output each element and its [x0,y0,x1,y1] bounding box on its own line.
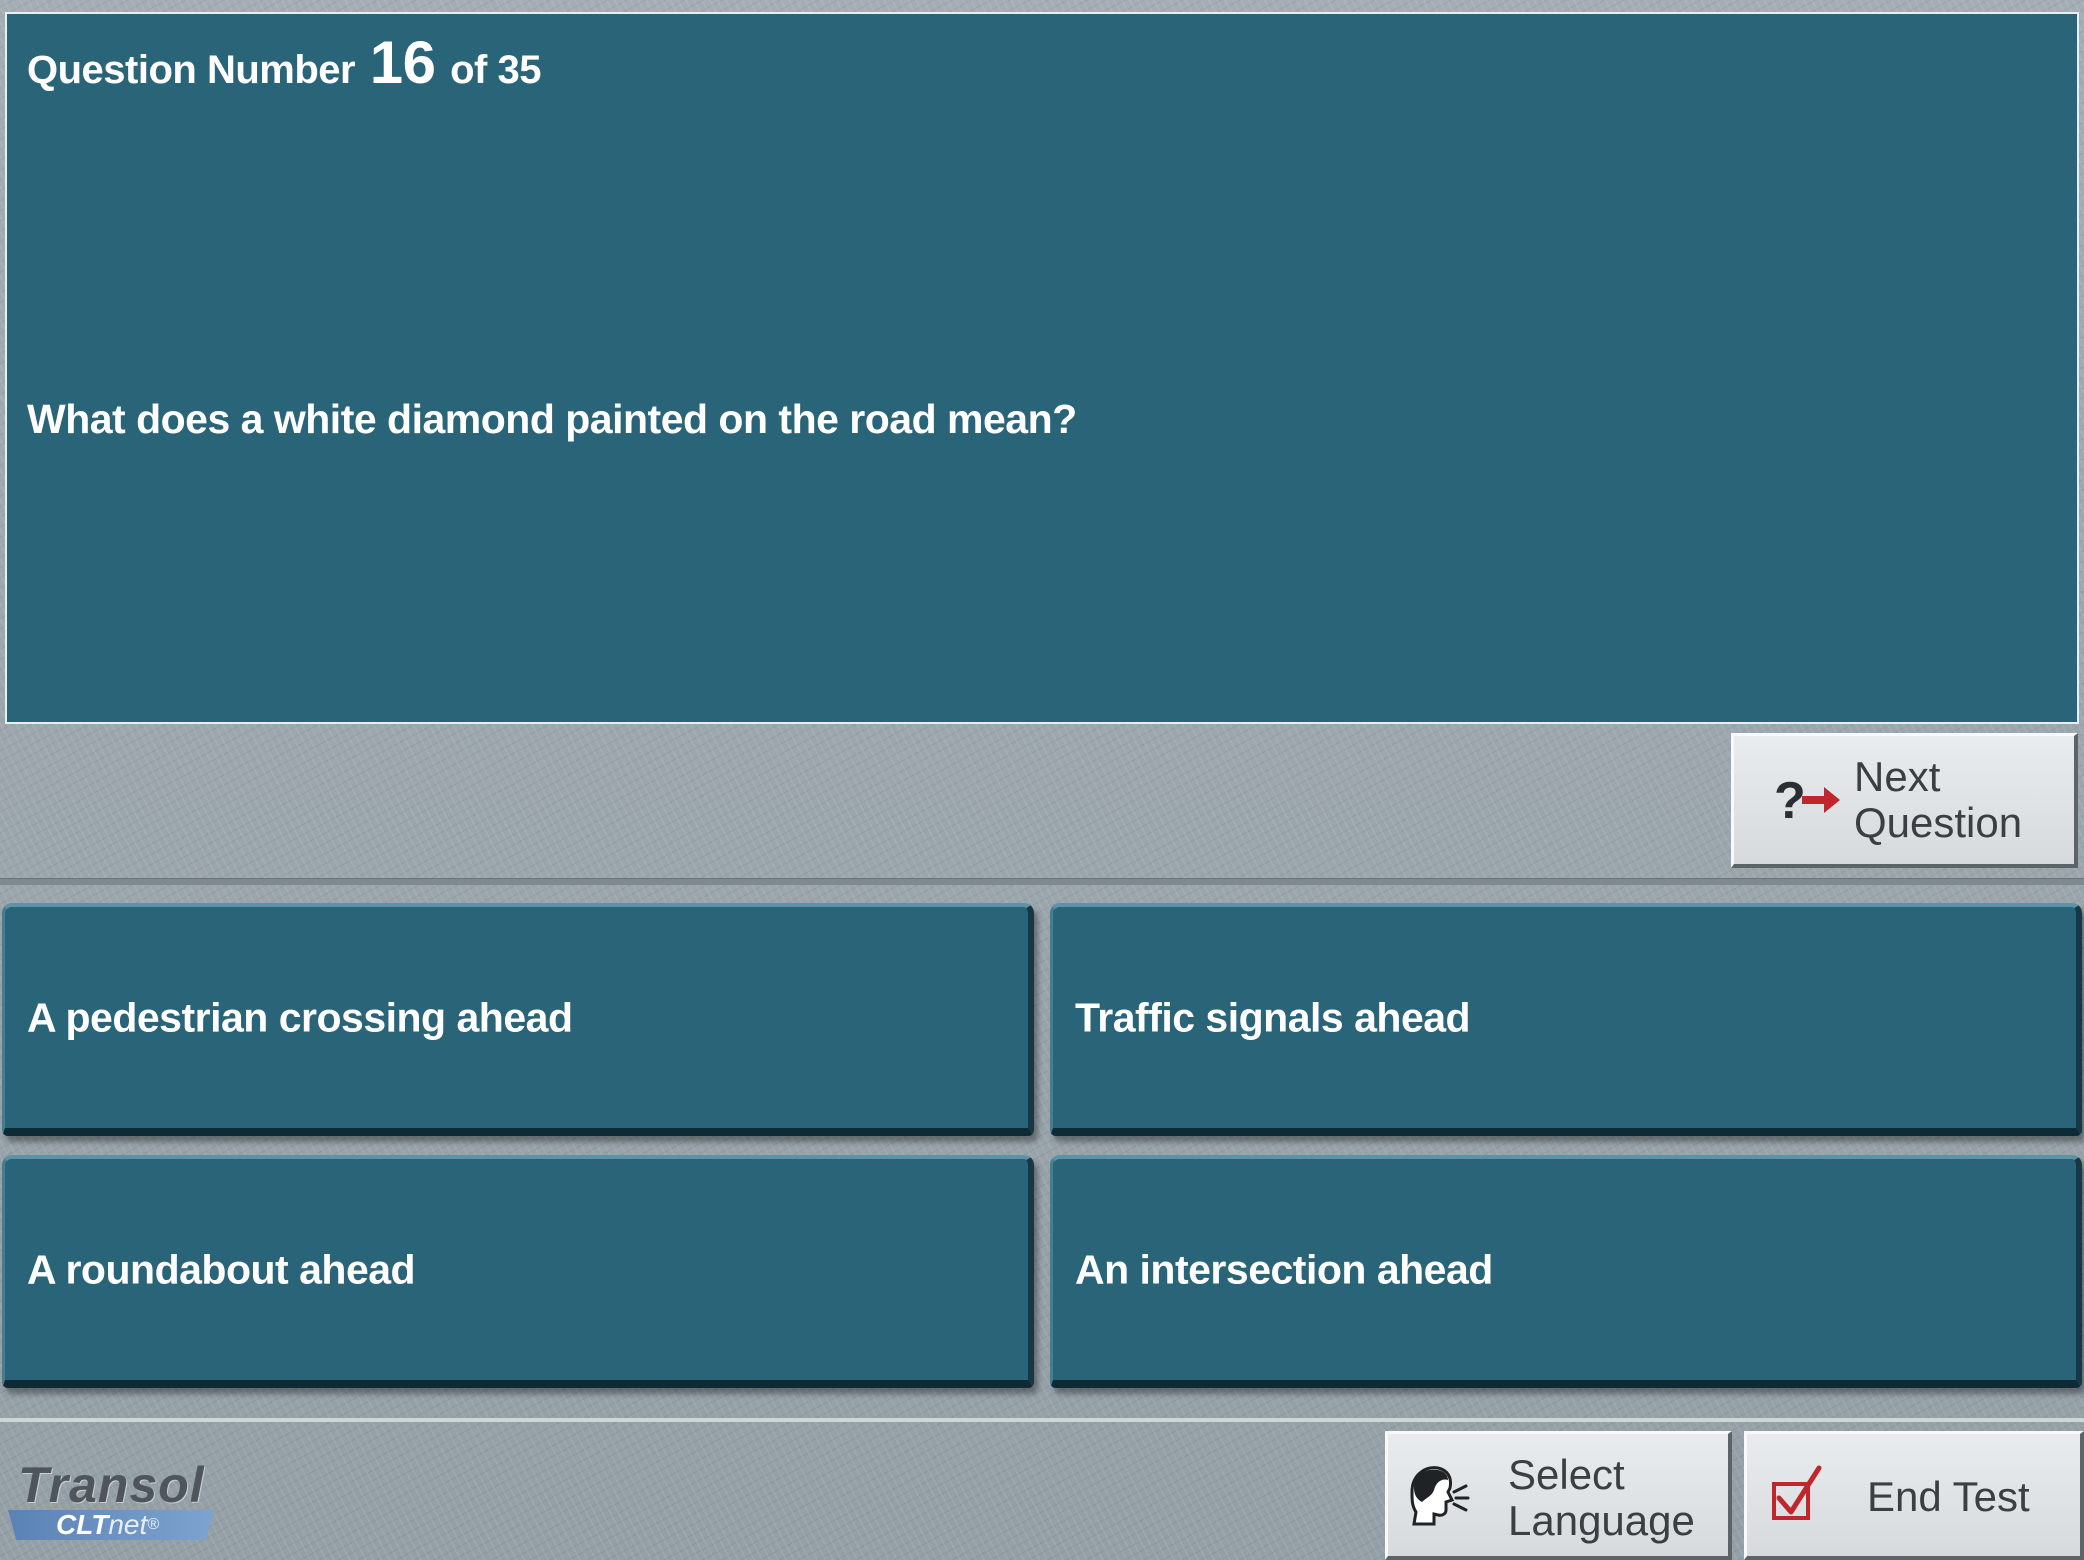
question-text: What does a white diamond painted on the… [27,396,1077,442]
answer-option-label: Traffic signals ahead [1075,994,1471,1040]
speaking-head-icon [1410,1466,1470,1526]
answer-option-b[interactable]: Traffic signals ahead [1050,903,2082,1136]
question-panel: Question Number 16 of 35 What does a whi… [5,12,2079,724]
question-number-prefix: Question Number [27,48,356,92]
question-number-suffix: of 35 [450,48,541,92]
logo-product-rest: net [108,1509,148,1540]
select-language-label: Select Language [1508,1451,1695,1544]
select-language-button[interactable]: Select Language [1385,1431,1732,1560]
answer-option-d[interactable]: An intersection ahead [1050,1155,2082,1388]
question-number: 16 [369,29,436,96]
checkbox-tick-icon [1772,1465,1822,1520]
logo-product: CLTnet® [56,1510,159,1540]
question-number-header: Question Number 16 of 35 [27,28,541,97]
separator-top [0,878,2084,885]
answer-option-c[interactable]: A roundabout ahead [2,1155,1034,1388]
logo-registered-mark: ® [147,1516,160,1533]
question-arrow-icon: ? [1774,772,1840,830]
svg-text:?: ? [1774,772,1806,830]
answer-option-label: A roundabout ahead [27,1246,416,1292]
separator-bottom [0,1418,2084,1422]
end-test-button[interactable]: End Test [1744,1431,2084,1560]
logo-product-bold: CLT [56,1509,109,1540]
answer-option-label: A pedestrian crossing ahead [27,994,573,1040]
answer-option-label: An intersection ahead [1075,1246,1493,1292]
next-question-label: Next Question [1854,753,2023,846]
logo-brand: Transol [18,1457,205,1513]
end-test-label: End Test [1867,1473,2030,1520]
transol-logo: Transol CLTnet® [8,1456,238,1546]
answer-option-a[interactable]: A pedestrian crossing ahead [2,903,1034,1136]
next-question-button[interactable]: ? Next Question [1731,733,2078,868]
